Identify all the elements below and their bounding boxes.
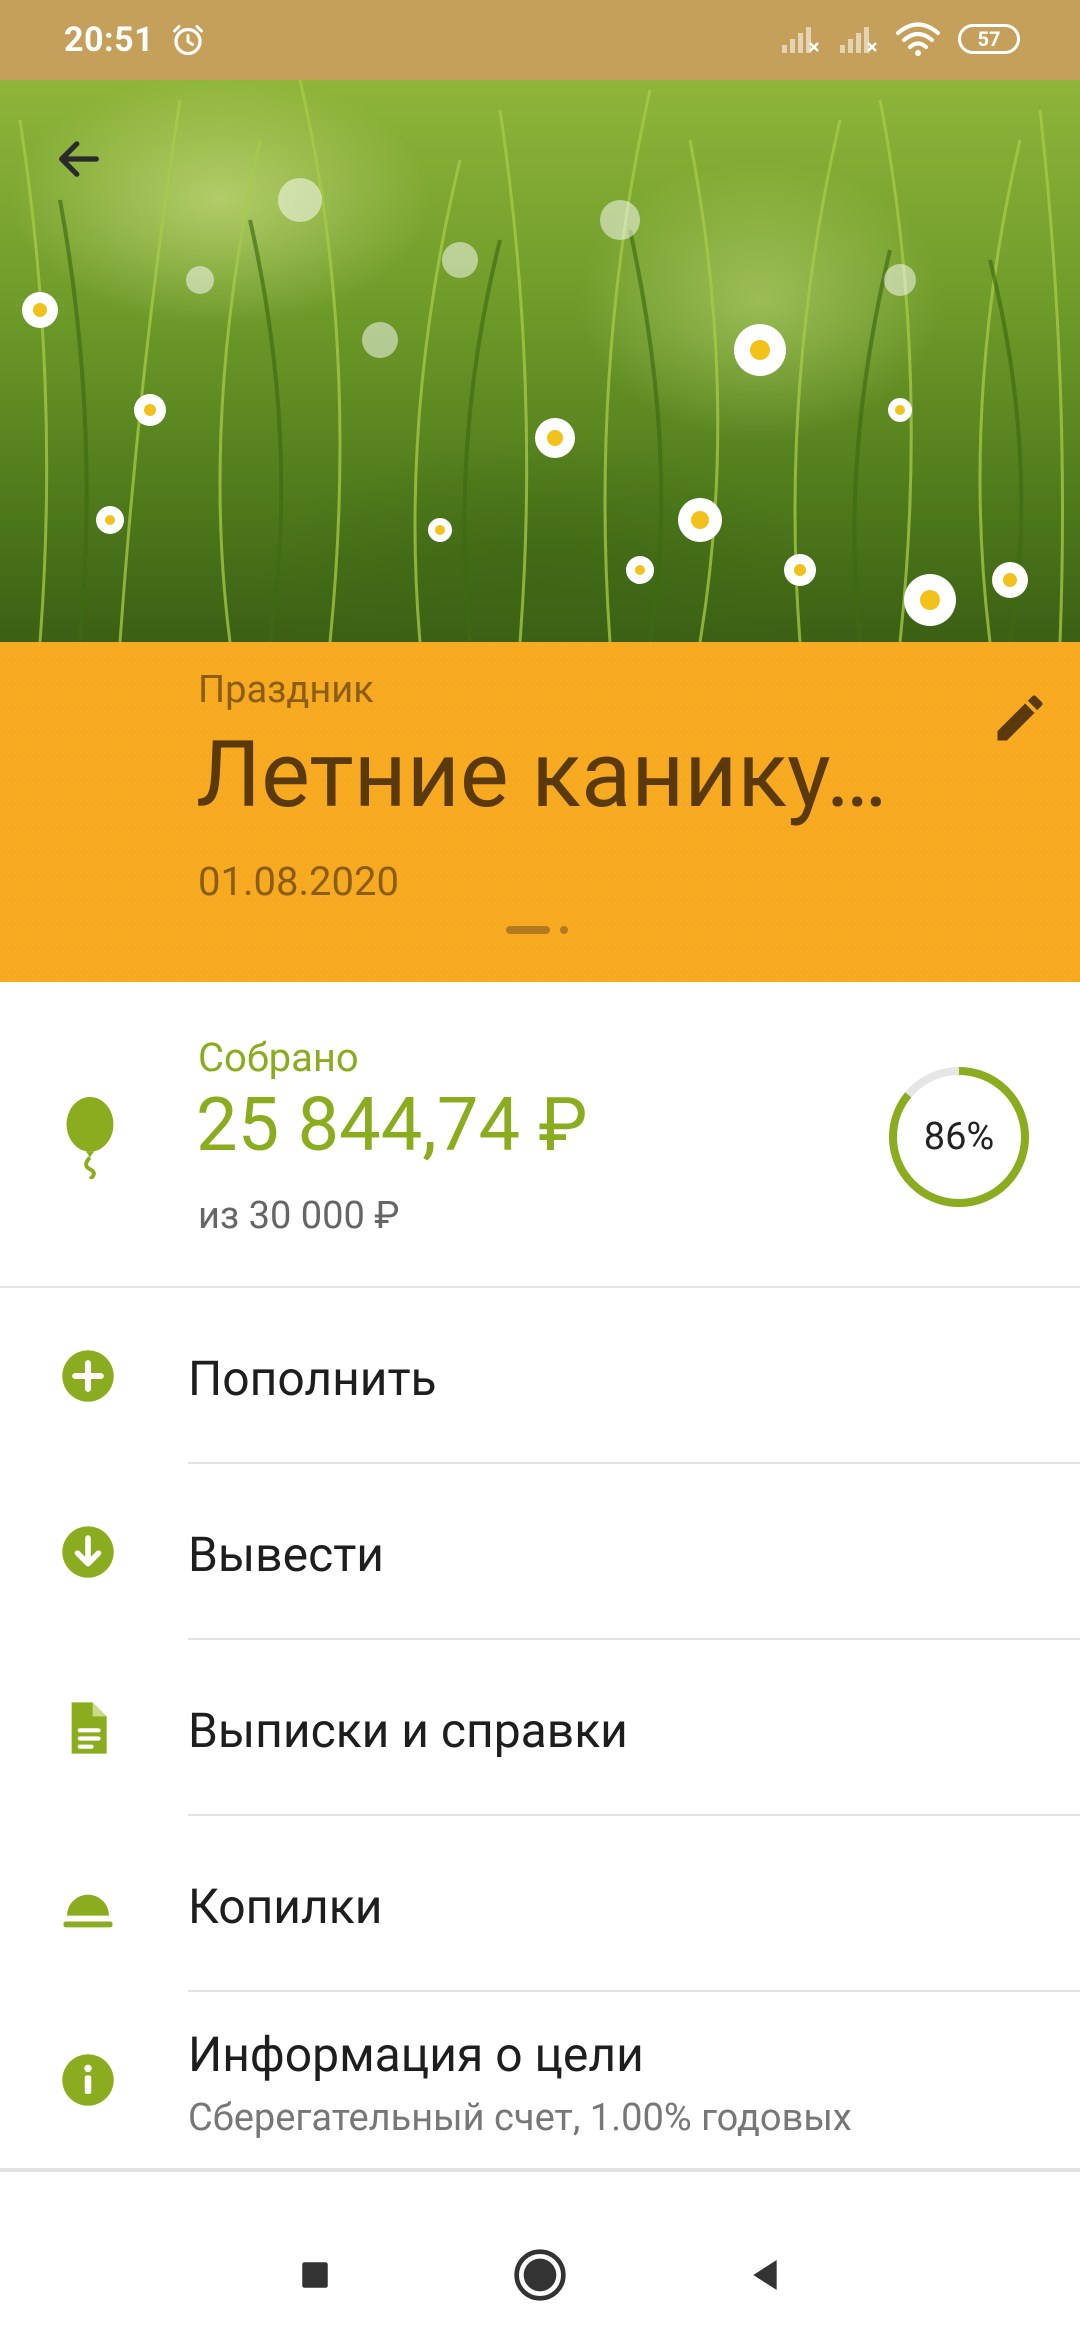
page-indicator-dot <box>560 926 568 934</box>
battery-level: 57 <box>977 27 1001 51</box>
goal-cover-image <box>0 80 1080 642</box>
goal-title: Летние канику… <box>196 722 888 829</box>
goal-actions-menu: Пополнить Вывести Выписки и справки Копи… <box>0 1288 1080 2168</box>
page-indicator <box>506 926 568 934</box>
arrow-left-icon <box>59 141 99 177</box>
back-triangle-icon <box>753 2260 777 2290</box>
wifi-icon <box>896 22 940 56</box>
page-indicator-active <box>506 926 550 934</box>
target-amount: из 30 000 ₽ <box>198 1194 400 1238</box>
signal-icon <box>840 27 877 53</box>
collected-amount: 25 844,74 ₽ <box>196 1082 588 1169</box>
goal-header: Праздник Летние канику… 01.08.2020 <box>0 642 1080 982</box>
goal-category: Праздник <box>198 668 374 712</box>
menu-item-label: Выписки и справки <box>188 1702 628 1759</box>
back-button[interactable] <box>44 124 114 194</box>
recents-square-icon <box>302 2262 328 2288</box>
menu-item-label: Пополнить <box>188 1350 437 1407</box>
menu-item-piggy-banks[interactable]: Копилки <box>0 1816 1080 1992</box>
home-button[interactable] <box>505 2240 575 2310</box>
goal-date: 01.08.2020 <box>198 858 399 905</box>
status-bar: 20:51 57 <box>0 0 1080 80</box>
progress-percent: 86% <box>923 1115 995 1159</box>
collected-label: Собрано <box>198 1034 359 1081</box>
menu-item-label: Копилки <box>188 1878 383 1935</box>
menu-item-goal-info[interactable]: Информация о цели Сберегательный счет, 1… <box>0 1992 1080 2168</box>
info-icon <box>62 2054 114 2106</box>
signal-icon <box>782 27 819 53</box>
menu-item-top-up[interactable]: Пополнить <box>0 1288 1080 1464</box>
meadow-image <box>18 80 1064 642</box>
menu-item-label: Вывести <box>188 1526 384 1583</box>
alarm-icon <box>173 25 203 56</box>
system-navigation-bar <box>0 2210 1080 2340</box>
battery-icon: 57 <box>958 24 1020 54</box>
pencil-icon <box>997 695 1043 741</box>
recents-button[interactable] <box>280 2240 350 2310</box>
plus-circle-icon <box>62 1350 114 1402</box>
back-nav-button[interactable] <box>730 2240 800 2310</box>
home-circle-icon <box>514 2249 566 2301</box>
piggy-bank-icon <box>63 1894 113 1928</box>
menu-item-withdraw[interactable]: Вывести <box>0 1464 1080 1640</box>
menu-item-sublabel: Сберегательный счет, 1.00% годовых <box>188 2096 852 2140</box>
balloon-icon <box>66 1097 114 1179</box>
edit-button[interactable] <box>990 688 1050 748</box>
arrow-down-circle-icon <box>62 1526 114 1578</box>
divider <box>0 2168 1080 2172</box>
menu-item-label: Информация о цели <box>188 2026 644 2083</box>
document-icon <box>71 1702 107 1754</box>
menu-item-statements[interactable]: Выписки и справки <box>0 1640 1080 1816</box>
collected-section: Собрано 25 844,74 ₽ из 30 000 ₽ 86% <box>0 982 1080 1288</box>
status-time: 20:51 <box>64 20 155 60</box>
